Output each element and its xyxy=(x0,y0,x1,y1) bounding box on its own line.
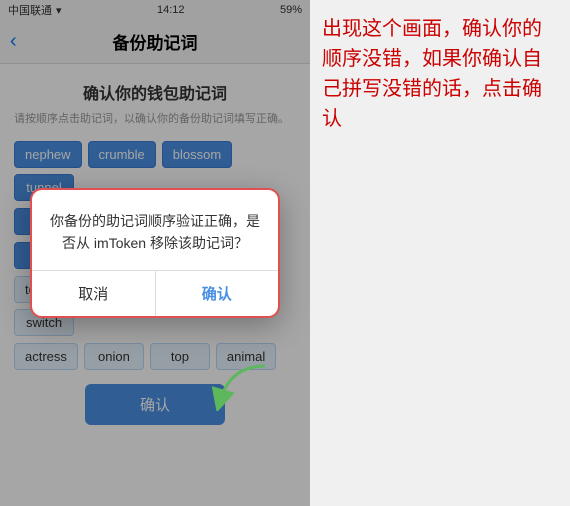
modal-box: 你备份的助记词顺序验证正确，是否从 imToken 移除该助记词？ 取消 确认 xyxy=(30,188,280,319)
arrow-indicator xyxy=(210,361,270,416)
modal-message: 你备份的助记词顺序验证正确，是否从 imToken 移除该助记词？ xyxy=(48,210,262,255)
modal-cancel-button[interactable]: 取消 xyxy=(32,271,156,316)
modal-overlay: 你备份的助记词顺序验证正确，是否从 imToken 移除该助记词？ 取消 确认 xyxy=(0,0,310,506)
annotation-text: 出现这个画面，确认你的顺序没错，如果你确认自己拼写没错的话，点击确认 xyxy=(322,14,558,134)
phone-frame: 中国联通 ▾ 14:12 59% ‹ 备份助记词 确认你的钱包助记词 请按顺序点… xyxy=(0,0,310,506)
modal-buttons: 取消 确认 xyxy=(32,270,278,316)
modal-ok-button[interactable]: 确认 xyxy=(156,271,279,316)
annotation-panel: 出现这个画面，确认你的顺序没错，如果你确认自己拼写没错的话，点击确认 xyxy=(310,0,570,506)
